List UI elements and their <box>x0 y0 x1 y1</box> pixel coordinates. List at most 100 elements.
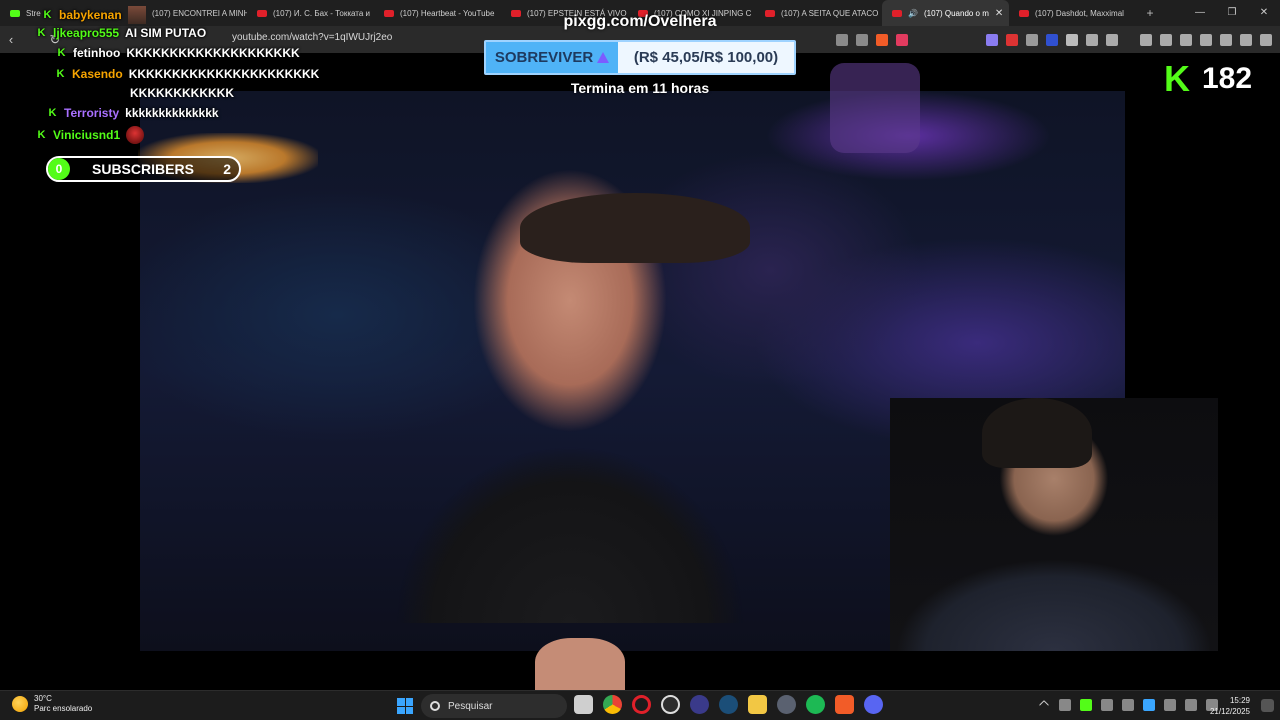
app-arrow-icon[interactable] <box>690 695 709 714</box>
cast-icon[interactable] <box>836 33 848 46</box>
viewer-count-widget: K 182 <box>1164 58 1253 99</box>
subscriber-target: 2 <box>223 161 231 177</box>
subscriber-goal: 0 SUBSCRIBERS 2 <box>46 156 241 182</box>
menu-icon[interactable] <box>1260 33 1272 46</box>
emote-icon <box>126 126 145 144</box>
wallet-icon[interactable] <box>1180 33 1192 46</box>
microphone-icon[interactable] <box>1164 699 1176 711</box>
extension-icon-5[interactable] <box>1066 33 1078 46</box>
weather-widget[interactable]: 30°C Parc ensolarado <box>12 694 92 714</box>
user-avatar-icon <box>127 6 146 24</box>
streamer-hair-image <box>982 398 1092 468</box>
kick-badge-icon: K <box>56 67 65 80</box>
file-explorer-icon[interactable] <box>748 695 767 714</box>
extension-icon-4[interactable] <box>1046 33 1058 46</box>
subscriber-label: SUBSCRIBERS <box>92 161 194 177</box>
monitor-icon[interactable] <box>1185 699 1197 711</box>
url-field[interactable]: youtube.com/watch?v=1qIWUJrj2eo <box>232 32 392 43</box>
chat-message: K Viniciusnd1 <box>36 126 145 144</box>
kick-badge-icon: K <box>37 26 46 39</box>
time: 15:29 <box>1229 696 1250 705</box>
weather-condition: Parc ensolarado <box>34 704 93 713</box>
task-view-icon[interactable] <box>574 695 593 714</box>
donation-goal: SOBREVIVER (R$ 45,05/R$ 100,00) <box>484 40 796 75</box>
kick-logo-icon: K <box>1164 58 1190 99</box>
kick-badge-icon: K <box>37 128 46 141</box>
pinned-apps <box>574 695 883 714</box>
chat-username: babykenan <box>59 8 122 22</box>
chrome-icon[interactable] <box>603 695 622 714</box>
brave-shield-icon[interactable] <box>876 33 888 46</box>
leo-ai-icon[interactable] <box>1220 33 1232 46</box>
opera-icon[interactable] <box>632 695 651 714</box>
arrow-icon[interactable] <box>1122 699 1134 711</box>
extension-icon-6[interactable] <box>1106 33 1118 46</box>
screen: Stre (107) ENCONTREI A MINH (107) И. С. … <box>0 0 1280 720</box>
viewer-count: 182 <box>1202 62 1253 95</box>
temperature: 30°C <box>34 694 52 703</box>
brave-icon[interactable] <box>835 695 854 714</box>
speaker-hand-image <box>535 638 625 690</box>
extensions-puzzle-icon[interactable] <box>1086 33 1098 46</box>
speaker-hair-image <box>520 193 750 263</box>
chat-message: K fetinhoo KKKKKKKKKKKKKKKKKKKK <box>56 46 300 60</box>
clock[interactable]: 15:29 21/12/2025 <box>1210 695 1250 717</box>
shield-icon[interactable] <box>1240 33 1252 46</box>
kick-badge-icon: K <box>48 106 57 119</box>
chat-username: Kasendo <box>72 67 123 81</box>
goal-label: SOBREVIVER <box>486 42 618 73</box>
chat-message-continuation: KKKKKKKKKKKK <box>130 86 234 100</box>
chat-text: kkkkkkkkkkkkkk <box>125 106 219 120</box>
share-icon[interactable] <box>856 33 868 46</box>
chat-text: AI SIM PUTAO <box>125 26 207 40</box>
chat-text: KKKKKKKKKKKKKKKKKKKKKK <box>128 67 320 81</box>
search-icon <box>430 701 440 711</box>
chevron-up-icon[interactable] <box>1038 699 1050 711</box>
app-grid-icon[interactable] <box>777 695 796 714</box>
chat-username: ljkeapro555 <box>53 26 120 40</box>
chat-message: K ljkeapro555 AI SIM PUTAO <box>36 26 207 40</box>
steam-icon[interactable] <box>719 695 738 714</box>
spotify-icon[interactable] <box>806 695 825 714</box>
kick-badge-icon: K <box>43 8 52 21</box>
sync-icon[interactable] <box>1059 699 1071 711</box>
date: 21/12/2025 <box>1209 707 1250 716</box>
goal-label-text: SOBREVIVER <box>494 49 594 66</box>
chat-username: fetinhoo <box>73 46 121 60</box>
brave-rewards-icon[interactable] <box>896 33 908 46</box>
play-icon[interactable] <box>1080 699 1092 711</box>
partly-sunny-icon <box>12 696 28 712</box>
search-placeholder: Pesquisar <box>448 700 493 712</box>
chat-message: K babykenan <box>42 6 146 24</box>
sidebar-icon[interactable] <box>1160 33 1172 46</box>
video-player[interactable] <box>0 53 1280 690</box>
notification-icon[interactable] <box>1261 699 1274 712</box>
chatgpt-icon[interactable] <box>661 695 680 714</box>
extension-icon-2[interactable] <box>1006 33 1018 46</box>
kick-badge-icon: K <box>57 46 66 59</box>
steam-tray-icon[interactable] <box>1101 699 1113 711</box>
webcam-overlay <box>890 398 1218 651</box>
media-icon[interactable] <box>1140 33 1152 46</box>
chat-message: K Kasendo KKKKKKKKKKKKKKKKKKKKKK <box>55 67 320 81</box>
extension-icon-3[interactable] <box>1026 33 1038 46</box>
chat-message: K Terroristy kkkkkkkkkkkkkk <box>47 106 219 120</box>
gradient-triangle-icon <box>597 52 610 63</box>
chat-text: KKKKKKKKKKKK <box>130 86 234 100</box>
subscriber-current: 0 <box>48 158 70 180</box>
goal-amount: (R$ 45,05/R$ 100,00) <box>633 49 779 66</box>
chat-username: Terroristy <box>64 106 120 120</box>
speaker-image <box>340 103 800 623</box>
chat-text: KKKKKKKKKKKKKKKKKKKK <box>126 46 300 60</box>
vpn-icon[interactable] <box>1200 33 1212 46</box>
discord-icon[interactable] <box>864 695 883 714</box>
extension-icon-1[interactable] <box>986 33 998 46</box>
system-tray <box>1038 699 1218 711</box>
taskbar-search[interactable]: Pesquisar <box>421 694 567 718</box>
windows-taskbar: 30°C Parc ensolarado Pesquisar 15:29 21/… <box>0 690 1280 720</box>
chat-username: Viniciusnd1 <box>53 128 121 142</box>
back-icon[interactable]: ‹ <box>0 32 22 47</box>
bluetooth-icon[interactable] <box>1143 699 1155 711</box>
windows-start-icon[interactable] <box>397 698 413 714</box>
youtube-logo-background <box>830 63 920 153</box>
